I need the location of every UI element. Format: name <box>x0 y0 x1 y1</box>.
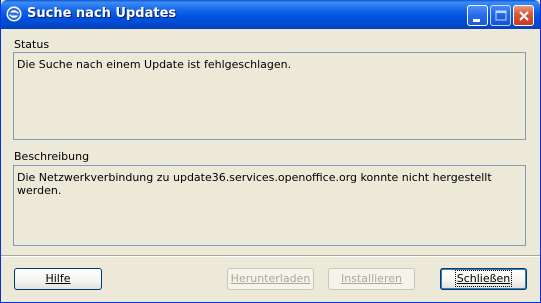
update-dialog: Suche nach Updates Status Die Suche nach… <box>0 0 541 303</box>
description-label: Beschreibung <box>14 150 90 163</box>
close-button[interactable]: Schließen <box>440 268 527 290</box>
download-button[interactable]: Herunterladen <box>227 268 314 290</box>
close-icon <box>519 11 529 21</box>
minimize-icon <box>473 19 480 22</box>
minimize-button[interactable] <box>467 5 488 26</box>
status-text: Die Suche nach einem Update ist fehlgesc… <box>17 58 292 71</box>
status-label: Status <box>14 38 50 51</box>
install-button[interactable]: Installieren <box>328 268 415 290</box>
install-button-label: Installieren <box>341 272 402 285</box>
description-textbox[interactable]: Die Netzwerkverbindung zu update36.servi… <box>13 165 526 246</box>
title-bar[interactable]: Suche nach Updates <box>1 0 540 29</box>
footer-divider <box>1 255 540 257</box>
window-title: Suche nach Updates <box>27 6 177 21</box>
description-text: Die Netzwerkverbindung zu update36.servi… <box>17 171 492 197</box>
close-button-label: Schließen <box>454 270 513 287</box>
help-button-label: Hilfe <box>45 272 71 285</box>
download-button-label: Herunterladen <box>230 272 311 285</box>
status-textbox[interactable]: Die Suche nach einem Update ist fehlgesc… <box>13 52 526 140</box>
help-button[interactable]: Hilfe <box>14 268 102 290</box>
maximize-button[interactable] <box>490 5 511 26</box>
maximize-icon <box>495 10 507 21</box>
close-window-button[interactable] <box>513 5 534 26</box>
openoffice-update-icon <box>6 6 22 22</box>
